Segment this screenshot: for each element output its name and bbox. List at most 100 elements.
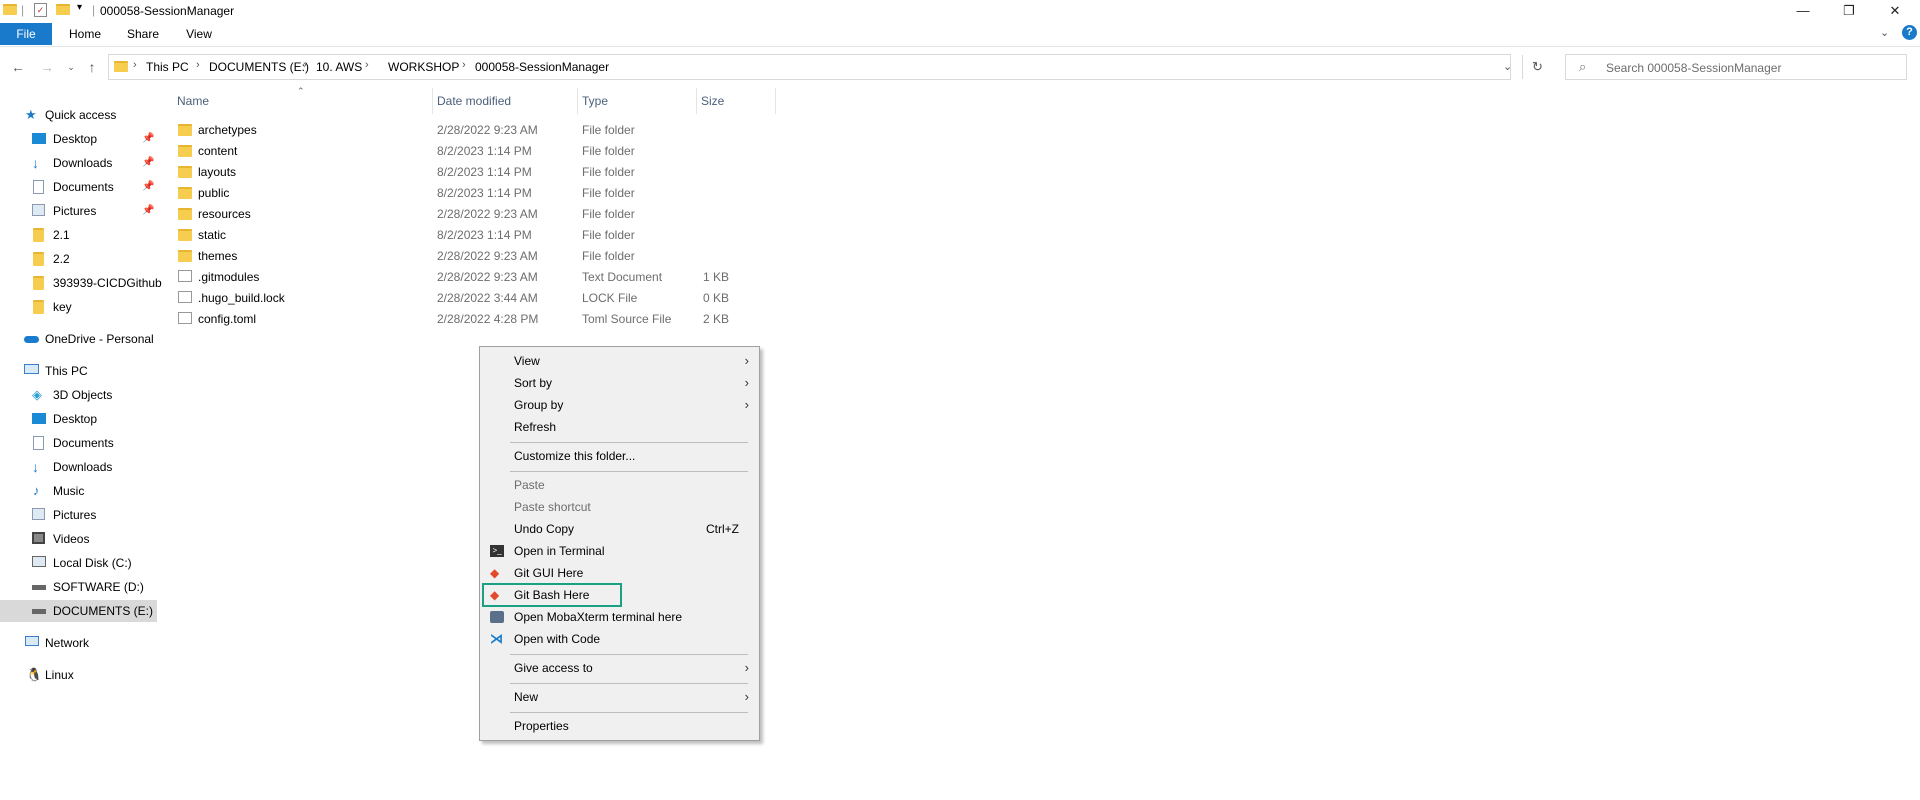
back-icon[interactable]: ← xyxy=(9,58,27,76)
file-type: File folder xyxy=(582,165,635,179)
menu-item-open-terminal[interactable]: >_ Open in Terminal xyxy=(480,540,759,562)
nav-qa-2-2[interactable]: 2.2 xyxy=(0,248,157,270)
menu-label: Open with Code xyxy=(514,632,601,646)
address-dropdown-icon[interactable]: ⌄ xyxy=(1503,60,1512,73)
breadcrumb-this-pc[interactable]: This PC xyxy=(146,60,189,74)
nav-pc-pictures[interactable]: Pictures xyxy=(0,504,157,526)
column-divider[interactable] xyxy=(775,88,776,114)
menu-label: Open in Terminal xyxy=(514,544,605,558)
pin-icon[interactable]: 📌 xyxy=(142,176,154,198)
file-row[interactable]: .hugo_build.lock 2/28/2022 3:44 AM LOCK … xyxy=(176,288,776,309)
breadcrumb-aws[interactable]: 10. AWS xyxy=(316,60,362,74)
nav-pc-documents-e[interactable]: DOCUMENTS (E:) xyxy=(0,600,157,622)
chevron-right-icon[interactable]: › xyxy=(196,59,200,71)
file-row[interactable]: themes 2/28/2022 9:23 AM File folder xyxy=(176,246,776,267)
file-row[interactable]: layouts 8/2/2023 1:14 PM File folder xyxy=(176,162,776,183)
menu-item-customize[interactable]: Customize this folder... xyxy=(480,445,759,467)
nav-qa-downloads[interactable]: ↓ Downloads 📌 xyxy=(0,152,157,174)
nav-qa-key[interactable]: key xyxy=(0,296,157,318)
nav-pc-music[interactable]: ♪ Music xyxy=(0,480,157,502)
nav-qa-pictures[interactable]: Pictures 📌 xyxy=(0,200,157,222)
column-divider[interactable] xyxy=(696,88,697,114)
chevron-right-icon[interactable]: › xyxy=(133,59,137,71)
chevron-right-icon[interactable]: › xyxy=(365,59,369,71)
close-button[interactable]: ✕ xyxy=(1872,0,1918,22)
recent-locations-icon[interactable]: ⌄ xyxy=(62,58,80,76)
minimize-button[interactable]: — xyxy=(1780,0,1826,22)
nav-pc-local-disk-c[interactable]: Local Disk (C:) xyxy=(0,552,157,574)
breadcrumb-documents-e[interactable]: DOCUMENTS (E:) xyxy=(209,60,309,74)
nav-linux[interactable]: 🐧 Linux xyxy=(0,664,157,686)
menu-item-mobaxterm[interactable]: Open MobaXterm terminal here xyxy=(480,606,759,628)
breadcrumb-current[interactable]: 000058-SessionManager xyxy=(475,60,609,74)
menu-item-refresh[interactable]: Refresh xyxy=(480,416,759,438)
menu-item-paste[interactable]: Paste xyxy=(480,474,759,496)
tab-share[interactable]: Share xyxy=(122,23,164,45)
pin-icon[interactable]: 📌 xyxy=(142,128,154,150)
menu-item-undo-copy[interactable]: Undo Copy Ctrl+Z xyxy=(480,518,759,540)
nav-qa-documents[interactable]: Documents 📌 xyxy=(0,176,157,198)
nav-qa-cicd[interactable]: 393939-CICDGithub xyxy=(0,272,162,294)
nav-qa-desktop[interactable]: Desktop 📌 xyxy=(0,128,157,150)
file-name: layouts xyxy=(198,165,237,179)
nav-network[interactable]: Network xyxy=(0,632,157,654)
breadcrumb-workshop[interactable]: WORKSHOP xyxy=(388,60,459,74)
file-row[interactable]: content 8/2/2023 1:14 PM File folder xyxy=(176,141,776,162)
chevron-right-icon[interactable]: › xyxy=(303,59,307,71)
column-divider[interactable] xyxy=(432,88,433,114)
nav-pc-desktop[interactable]: Desktop xyxy=(0,408,157,430)
menu-label: Group by xyxy=(514,398,564,412)
menu-item-paste-shortcut[interactable]: Paste shortcut xyxy=(480,496,759,518)
pin-icon[interactable]: 📌 xyxy=(142,200,154,222)
menu-item-view[interactable]: View › xyxy=(480,350,759,372)
search-input[interactable]: Search 000058-SessionManager xyxy=(1606,61,1781,75)
nav-pc-software-d[interactable]: SOFTWARE (D:) xyxy=(0,576,157,598)
menu-item-sort-by[interactable]: Sort by › xyxy=(480,372,759,394)
address-bar[interactable]: › This PC › DOCUMENTS (E:) › 10. AWS › W… xyxy=(108,54,1543,80)
column-size[interactable]: Size xyxy=(701,94,724,108)
menu-item-open-code[interactable]: ⋊ Open with Code xyxy=(480,628,759,650)
forward-icon[interactable]: → xyxy=(38,58,56,76)
pin-icon[interactable]: 📌 xyxy=(142,152,154,174)
menu-item-git-gui[interactable]: ◆ Git GUI Here xyxy=(480,562,759,584)
menu-item-properties[interactable]: Properties xyxy=(480,715,759,737)
column-date-modified[interactable]: Date modified xyxy=(437,94,511,108)
search-box[interactable]: ⌕ Search 000058-SessionManager xyxy=(1565,54,1907,80)
downloads-icon: ↓ xyxy=(32,155,39,171)
restore-button[interactable]: ❐ xyxy=(1826,0,1872,22)
nav-label: DOCUMENTS (E:) xyxy=(53,604,153,618)
nav-qa-2-1[interactable]: 2.1 xyxy=(0,224,157,246)
file-row[interactable]: config.toml 2/28/2022 4:28 PM Toml Sourc… xyxy=(176,309,776,330)
highlight-box xyxy=(482,583,622,607)
file-row[interactable]: .gitmodules 2/28/2022 9:23 AM Text Docum… xyxy=(176,267,776,288)
tab-view[interactable]: View xyxy=(178,23,220,45)
file-row[interactable]: resources 2/28/2022 9:23 AM File folder xyxy=(176,204,776,225)
properties-icon[interactable]: ✓ xyxy=(34,3,47,17)
menu-item-group-by[interactable]: Group by › xyxy=(480,394,759,416)
tab-file[interactable]: File xyxy=(0,23,52,45)
customize-quick-access-icon[interactable]: ▾ xyxy=(77,2,82,13)
nav-quick-access[interactable]: ★ Quick access xyxy=(0,104,157,126)
column-name[interactable]: Name xyxy=(177,94,209,108)
help-icon[interactable]: ? xyxy=(1902,25,1917,40)
column-divider[interactable] xyxy=(577,88,578,114)
nav-pc-videos[interactable]: Videos xyxy=(0,528,157,550)
nav-onedrive[interactable]: OneDrive - Personal xyxy=(0,328,157,350)
new-folder-icon[interactable] xyxy=(56,4,70,15)
menu-label: Sort by xyxy=(514,376,553,390)
file-row[interactable]: public 8/2/2023 1:14 PM File folder xyxy=(176,183,776,204)
tab-home[interactable]: Home xyxy=(64,23,106,45)
nav-pc-documents[interactable]: Documents xyxy=(0,432,157,454)
file-row[interactable]: static 8/2/2023 1:14 PM File folder xyxy=(176,225,776,246)
chevron-right-icon[interactable]: › xyxy=(462,59,466,71)
expand-ribbon-icon[interactable]: ⌄ xyxy=(1880,26,1889,39)
menu-item-give-access[interactable]: Give access to › xyxy=(480,657,759,679)
nav-this-pc[interactable]: This PC xyxy=(0,360,157,382)
menu-item-new[interactable]: New › xyxy=(480,686,759,708)
file-row[interactable]: archetypes 2/28/2022 9:23 AM File folder xyxy=(176,120,776,141)
nav-pc-downloads[interactable]: ↓ Downloads xyxy=(0,456,157,478)
refresh-icon[interactable]: ↻ xyxy=(1532,59,1543,75)
up-icon[interactable]: ↑ xyxy=(83,58,101,76)
column-type[interactable]: Type xyxy=(582,94,608,108)
nav-pc-3d-objects[interactable]: ◈ 3D Objects xyxy=(0,384,157,406)
